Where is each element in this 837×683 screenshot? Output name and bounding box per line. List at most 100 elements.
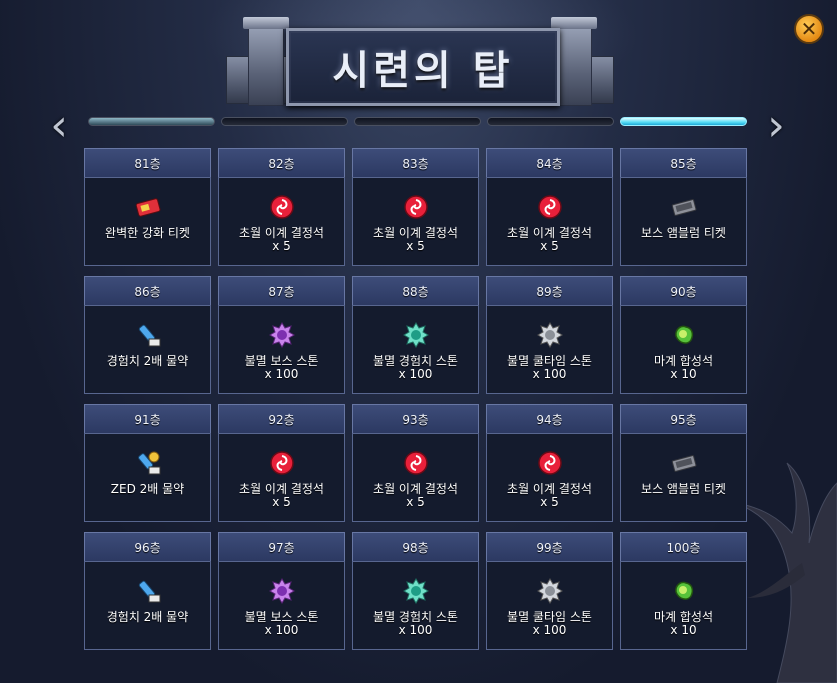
reward-quantity: x 100 — [398, 623, 433, 637]
reward-name: 초월 이계 결정석 — [239, 226, 324, 240]
reward-body: ZED 2배 물약 — [84, 433, 211, 522]
floor-cell[interactable]: 98층불멸 경험치 스톤 x 100 — [352, 532, 479, 650]
floor-cell[interactable]: 99층 불멸 쿨타임 스톤 x 100 — [486, 532, 613, 650]
reward-body: 초월 이계 결정석 x 5 — [486, 433, 613, 522]
reward-body: 불멸 쿨타임 스톤 x 100 — [486, 561, 613, 650]
floor-cell[interactable]: 91층 ZED 2배 물약 — [84, 404, 211, 522]
reward-quantity: x 5 — [406, 495, 425, 509]
title-banner: 시련의 탑 — [226, 14, 614, 106]
floor-label: 94층 — [486, 404, 613, 433]
red-crystal-icon — [403, 450, 429, 476]
reward-body: 경험치 2배 물약 — [84, 305, 211, 394]
floor-cell[interactable]: 93층 초월 이계 결정석 x 5 — [352, 404, 479, 522]
floor-cell[interactable]: 82층 초월 이계 결정석 x 5 — [218, 148, 345, 266]
page-dot-4[interactable] — [487, 117, 614, 126]
prev-page-button[interactable]: ‹ — [42, 104, 76, 148]
exp-potion-icon — [135, 322, 161, 348]
reward-name: 초월 이계 결정석 — [373, 226, 458, 240]
reward-body: 보스 앰블럼 티켓 — [620, 433, 747, 522]
page-title: 시련의 탑 — [332, 48, 514, 94]
reward-quantity: x 5 — [540, 495, 559, 509]
floor-cell[interactable]: 83층 초월 이계 결정석 x 5 — [352, 148, 479, 266]
floor-label: 99층 — [486, 532, 613, 561]
reward-name: 마계 합성석 — [653, 610, 713, 624]
reward-body: 마계 합성석 x 10 — [620, 561, 747, 650]
floor-label: 93층 — [352, 404, 479, 433]
page-dot-1[interactable] — [88, 117, 215, 126]
reward-quantity: x 5 — [272, 239, 291, 253]
reward-quantity: x 100 — [532, 623, 567, 637]
reward-name: ZED 2배 물약 — [110, 482, 185, 496]
floor-cell[interactable]: 97층 불멸 보스 스톤 x 100 — [218, 532, 345, 650]
reward-body: 초월 이계 결정석 x 5 — [352, 433, 479, 522]
floor-label: 85층 — [620, 148, 747, 177]
banner-pillar-right — [551, 17, 597, 106]
reward-quantity: x 10 — [670, 623, 697, 637]
floor-cell[interactable]: 88층 불멸 경험치 스톤 x 100 — [352, 276, 479, 394]
reward-body: 불멸 보스 스톤 x 100 — [218, 305, 345, 394]
page-dot-3[interactable] — [354, 117, 481, 126]
teal-stone-icon — [402, 322, 429, 348]
reward-quantity: x 5 — [406, 239, 425, 253]
close-button[interactable]: ✕ — [794, 14, 824, 44]
page-dot-5[interactable] — [620, 117, 747, 126]
next-page-button[interactable]: › — [759, 104, 793, 148]
floor-label: 84층 — [486, 148, 613, 177]
silver-stone-icon — [536, 578, 563, 604]
green-stone-icon — [671, 578, 697, 604]
floor-cell[interactable]: 90층 마계 합성석 x 10 — [620, 276, 747, 394]
reward-name: 초월 이계 결정석 — [239, 482, 324, 496]
reward-name: 불멸 보스 스톤 — [244, 354, 319, 368]
reward-name: 경험치 2배 물약 — [106, 610, 189, 624]
red-crystal-icon — [269, 194, 295, 220]
reward-name: 완벽한 강화 티켓 — [105, 226, 190, 240]
floor-cell[interactable]: 89층 불멸 쿨타임 스톤 x 100 — [486, 276, 613, 394]
floor-cell[interactable]: 92층 초월 이계 결정석 x 5 — [218, 404, 345, 522]
reward-name: 불멸 쿨타임 스톤 — [507, 354, 592, 368]
floor-label: 92층 — [218, 404, 345, 433]
reward-body: 마계 합성석 x 10 — [620, 305, 747, 394]
floor-label: 98층 — [352, 532, 479, 561]
reward-quantity: x 5 — [540, 239, 559, 253]
boss-ticket-icon — [671, 450, 697, 476]
red-crystal-icon — [269, 450, 295, 476]
reward-body: 초월 이계 결정석 x 5 — [218, 433, 345, 522]
reward-quantity: x 100 — [398, 367, 433, 381]
reward-body: 완벽한 강화 티켓 — [84, 177, 211, 266]
floor-cell[interactable]: 85층 보스 앰블럼 티켓 — [620, 148, 747, 266]
floor-label: 90층 — [620, 276, 747, 305]
reward-name: 초월 이계 결정석 — [373, 482, 458, 496]
floor-label: 89층 — [486, 276, 613, 305]
boss-ticket-icon — [671, 194, 697, 220]
floor-label: 95층 — [620, 404, 747, 433]
teal-stone-icon — [402, 578, 429, 604]
red-crystal-icon — [537, 194, 563, 220]
reward-name: 불멸 경험치 스톤 — [373, 610, 458, 624]
reward-body: 초월 이계 결정석 x 5 — [352, 177, 479, 266]
floor-label: 91층 — [84, 404, 211, 433]
floor-cell[interactable]: 95층보스 앰블럼 티켓 — [620, 404, 747, 522]
floor-cell[interactable]: 100층 마계 합성석 x 10 — [620, 532, 747, 650]
close-icon: ✕ — [800, 17, 818, 41]
floor-label: 97층 — [218, 532, 345, 561]
banner-pillar-left — [243, 17, 289, 106]
chevron-left-icon: ‹ — [50, 100, 68, 151]
floor-cell[interactable]: 96층 경험치 2배 물약 — [84, 532, 211, 650]
title-plate: 시련의 탑 — [286, 28, 560, 106]
floor-cell[interactable]: 87층 불멸 보스 스톤 x 100 — [218, 276, 345, 394]
reward-body: 경험치 2배 물약 — [84, 561, 211, 650]
floor-cell[interactable]: 81층완벽한 강화 티켓 — [84, 148, 211, 266]
reward-body: 불멸 경험치 스톤 x 100 — [352, 305, 479, 394]
floor-label: 100층 — [620, 532, 747, 561]
reward-name: 마계 합성석 — [653, 354, 713, 368]
reward-body: 불멸 보스 스톤 x 100 — [218, 561, 345, 650]
floor-cell[interactable]: 84층 초월 이계 결정석 x 5 — [486, 148, 613, 266]
floor-cell[interactable]: 94층 초월 이계 결정석 x 5 — [486, 404, 613, 522]
page-dot-2[interactable] — [221, 117, 348, 126]
floor-label: 83층 — [352, 148, 479, 177]
floor-cell[interactable]: 86층 경험치 2배 물약 — [84, 276, 211, 394]
reward-name: 보스 앰블럼 티켓 — [641, 482, 726, 496]
red-crystal-icon — [403, 194, 429, 220]
red-crystal-icon — [537, 450, 563, 476]
floor-label: 81층 — [84, 148, 211, 177]
